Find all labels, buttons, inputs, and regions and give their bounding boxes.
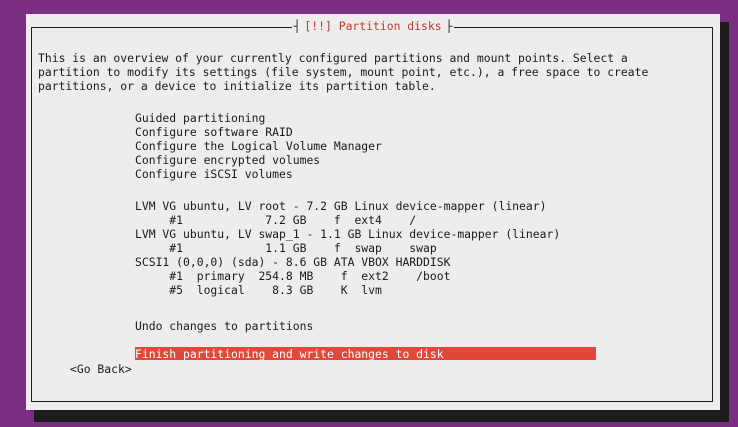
partition-sda-5[interactable]: #5 logical 8.3 GB K lvm — [135, 283, 382, 297]
menu-configure-lvm[interactable]: Configure the Logical Volume Manager — [135, 139, 382, 153]
title-right-deco: ├ — [443, 19, 455, 33]
device-lvm-swap[interactable]: LVM VG ubuntu, LV swap_1 - 1.1 GB Linux … — [135, 227, 560, 241]
partition-sda-1[interactable]: #1 primary 254.8 MB f ext2 /boot — [135, 269, 450, 283]
go-back-button[interactable]: <Go Back> — [70, 362, 132, 376]
title-text: [!!] Partition disks — [302, 19, 444, 33]
device-lvm-root[interactable]: LVM VG ubuntu, LV root - 7.2 GB Linux de… — [135, 199, 546, 213]
menu-configure-raid[interactable]: Configure software RAID — [135, 125, 293, 139]
intro-line-2: partition to modify its settings (file s… — [38, 65, 649, 79]
title-left-deco: ┤ — [291, 19, 303, 33]
intro-line-3: partitions, or a device to initialize it… — [38, 79, 436, 93]
finish-partitioning-item[interactable]: Finish partitioning and write changes to… — [135, 347, 444, 361]
partition-root-1[interactable]: #1 7.2 GB f ext4 / — [135, 213, 416, 227]
dialog-title: ┤ [!!] Partition disks ├ — [26, 19, 720, 33]
installer-screen: ┤ [!!] Partition disks ├ This is an overvi… — [0, 0, 738, 427]
partition-dialog: ┤ [!!] Partition disks ├ This is an overvi… — [26, 14, 720, 410]
undo-changes-item[interactable]: Undo changes to partitions — [135, 319, 313, 333]
menu-guided-partitioning[interactable]: Guided partitioning — [135, 111, 265, 125]
intro-line-1: This is an overview of your currently co… — [38, 51, 628, 65]
menu-configure-encrypted[interactable]: Configure encrypted volumes — [135, 153, 320, 167]
device-sda[interactable]: SCSI1 (0,0,0) (sda) - 8.6 GB ATA VBOX HA… — [135, 255, 450, 269]
menu-configure-iscsi[interactable]: Configure iSCSI volumes — [135, 167, 293, 181]
partition-swap-1[interactable]: #1 1.1 GB f swap swap — [135, 241, 436, 255]
